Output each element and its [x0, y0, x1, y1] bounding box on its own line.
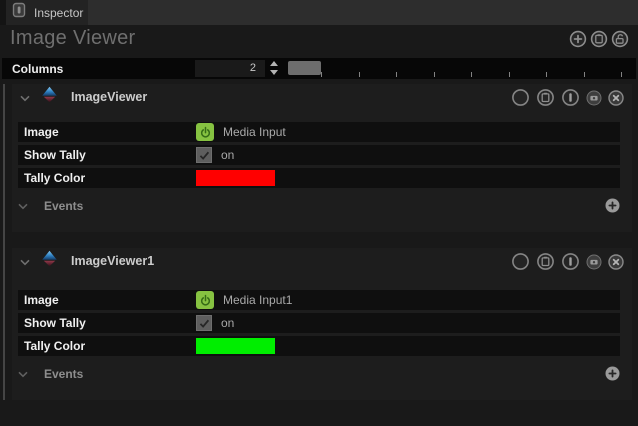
close-icon[interactable]	[608, 253, 624, 270]
property-row-tally-color: Tally Color	[18, 168, 620, 188]
component-section-imageviewer: ImageViewer Image Media Input Show Tally…	[12, 84, 632, 232]
component-section-imageviewer1: ImageViewer1 Image Media Input1 Show Tal…	[12, 248, 632, 400]
color-swatch[interactable]	[196, 170, 275, 186]
columns-spinner[interactable]	[270, 61, 278, 75]
section-title: ImageViewer1	[71, 254, 155, 268]
events-label: Events	[44, 199, 84, 213]
slider-tick	[546, 72, 547, 77]
bar-icon[interactable]	[561, 252, 580, 271]
unlock-icon[interactable]	[611, 30, 629, 48]
power-toggle[interactable]	[196, 291, 214, 309]
tab-bar: Inspector	[0, 0, 638, 25]
property-row-image: Image Media Input1	[18, 290, 620, 310]
columns-slider[interactable]	[288, 58, 636, 79]
close-icon[interactable]	[608, 89, 624, 106]
chevron-down-icon[interactable]	[20, 253, 30, 271]
chevron-down-icon[interactable]	[20, 89, 30, 107]
slider-tick	[321, 72, 322, 77]
property-label: Show Tally	[24, 316, 86, 330]
title-toolbar	[569, 30, 629, 48]
power-toggle[interactable]	[196, 123, 214, 141]
slider-tick	[621, 72, 622, 77]
add-event-button[interactable]	[605, 198, 620, 218]
inspector-window: Inspector Image Viewer Columns 2 ImageVi…	[0, 0, 638, 426]
slider-tick	[396, 72, 397, 77]
columns-slider-handle[interactable]	[288, 61, 321, 75]
property-row-image: Image Media Input	[18, 122, 620, 142]
add-icon[interactable]	[569, 30, 587, 48]
property-label: Show Tally	[24, 148, 86, 162]
columns-label: Columns	[12, 62, 64, 76]
slider-tick	[508, 72, 510, 77]
section-toolbar	[511, 252, 624, 271]
property-label: Tally Color	[24, 171, 86, 185]
page-title: Image Viewer	[10, 27, 136, 49]
spinner-down-icon[interactable]	[270, 70, 278, 75]
section-toolbar	[511, 88, 624, 107]
panel-icon	[11, 2, 27, 23]
paste-icon[interactable]	[536, 252, 555, 271]
property-row-tally-color: Tally Color	[18, 336, 620, 356]
bar-icon[interactable]	[561, 88, 580, 107]
checkbox-state-label: on	[221, 316, 235, 330]
slider-tick	[583, 72, 585, 77]
property-label: Tally Color	[24, 339, 86, 353]
events-row: Events	[12, 364, 632, 384]
property-label: Image	[24, 125, 59, 139]
columns-row: Columns 2	[2, 58, 636, 79]
property-row-show-tally: Show Tally on	[18, 313, 620, 333]
checkbox-checked-icon[interactable]	[196, 315, 212, 331]
camera-icon[interactable]	[586, 90, 602, 106]
paste-icon[interactable]	[590, 30, 608, 48]
section-header: ImageViewer1	[12, 248, 632, 274]
checkbox-checked-icon[interactable]	[196, 147, 212, 163]
chevron-down-icon[interactable]	[18, 197, 28, 215]
columns-value-field[interactable]: 2	[195, 60, 265, 77]
slider-tick	[471, 72, 472, 77]
checkbox-state-label: on	[221, 148, 235, 162]
property-row-show-tally: Show Tally on	[18, 145, 620, 165]
camera-icon[interactable]	[586, 254, 602, 270]
events-row: Events	[12, 196, 632, 216]
media-input-link[interactable]: Media Input1	[223, 293, 292, 307]
state-circle-icon[interactable]	[511, 88, 530, 107]
property-rows: Image Media Input Show Tally on Tally Co…	[18, 122, 620, 188]
paste-icon[interactable]	[536, 88, 555, 107]
section-header: ImageViewer	[12, 84, 632, 110]
property-label: Image	[24, 293, 59, 307]
chevron-down-icon[interactable]	[18, 365, 28, 383]
state-circle-icon[interactable]	[511, 252, 530, 271]
color-swatch[interactable]	[196, 338, 275, 354]
slider-tick	[433, 72, 435, 77]
component-diamond-icon	[41, 250, 58, 272]
slider-tick	[358, 72, 360, 77]
section-title: ImageViewer	[71, 90, 148, 104]
add-event-button[interactable]	[605, 366, 620, 386]
panel-left-edge	[3, 84, 5, 400]
tab-label: Inspector	[34, 5, 84, 20]
spinner-up-icon[interactable]	[270, 61, 278, 66]
media-input-link[interactable]: Media Input	[223, 125, 286, 139]
tab-inspector[interactable]: Inspector	[6, 0, 88, 25]
property-rows: Image Media Input1 Show Tally on Tally C…	[18, 290, 620, 356]
component-diamond-icon	[41, 86, 58, 108]
events-label: Events	[44, 367, 84, 381]
